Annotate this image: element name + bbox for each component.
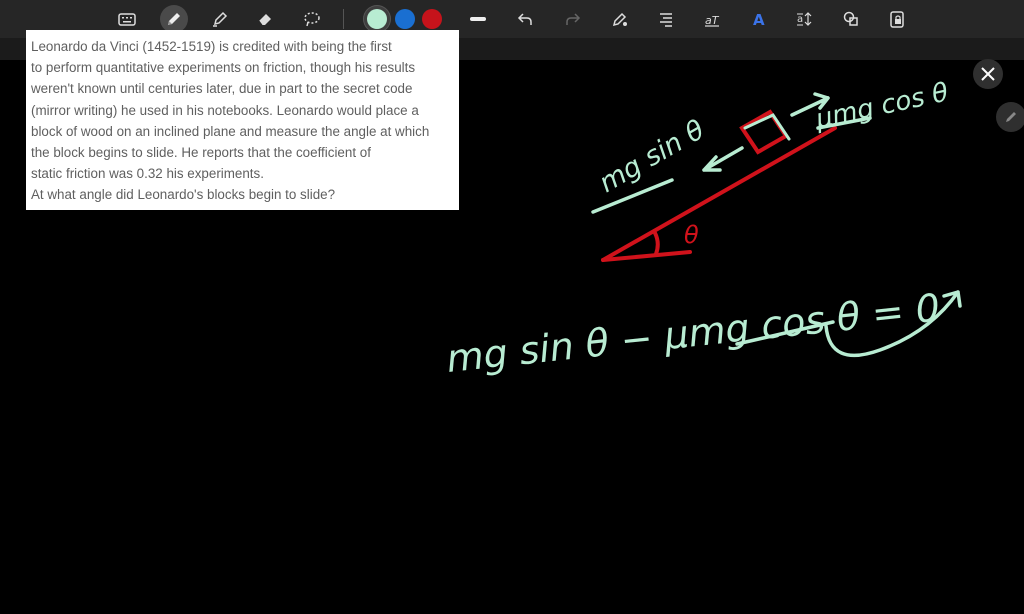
block-outline-ink (743, 113, 791, 141)
whiteboard-canvas[interactable]: aT A a mg sin θ μmg cos θ θ mg sin θ − μ… (0, 0, 1024, 614)
label-mu-mg-cos-theta: μmg cos θ (812, 78, 951, 136)
question-line: to perform quantitative experiments on f… (31, 60, 416, 76)
question-line: Leonardo da Vinci (1452-1519) is credite… (31, 39, 392, 54)
question-line: static friction was 0.32 his experiments… (31, 166, 264, 182)
equilibrium-equation: mg sin θ − μmg cos θ = 0 (444, 285, 942, 381)
side-pen-button[interactable] (996, 102, 1024, 132)
question-line: the block begins to slide. He reports th… (31, 145, 371, 161)
question-line: At what angle did Leonardo's blocks begi… (31, 187, 336, 203)
question-line: (mirror writing) he used in his notebook… (31, 102, 419, 118)
close-icon (981, 67, 995, 81)
label-angle-theta: θ (684, 221, 699, 249)
question-line: block of wood on an inclined plane and m… (31, 123, 430, 139)
question-line: weren't known until centuries later, due… (31, 81, 413, 97)
question-card: Leonardo da Vinci (1452-1519) is credite… (26, 30, 459, 210)
close-button[interactable] (973, 59, 1003, 89)
down-slope-arrow (702, 146, 744, 172)
pen-icon (1006, 112, 1016, 122)
